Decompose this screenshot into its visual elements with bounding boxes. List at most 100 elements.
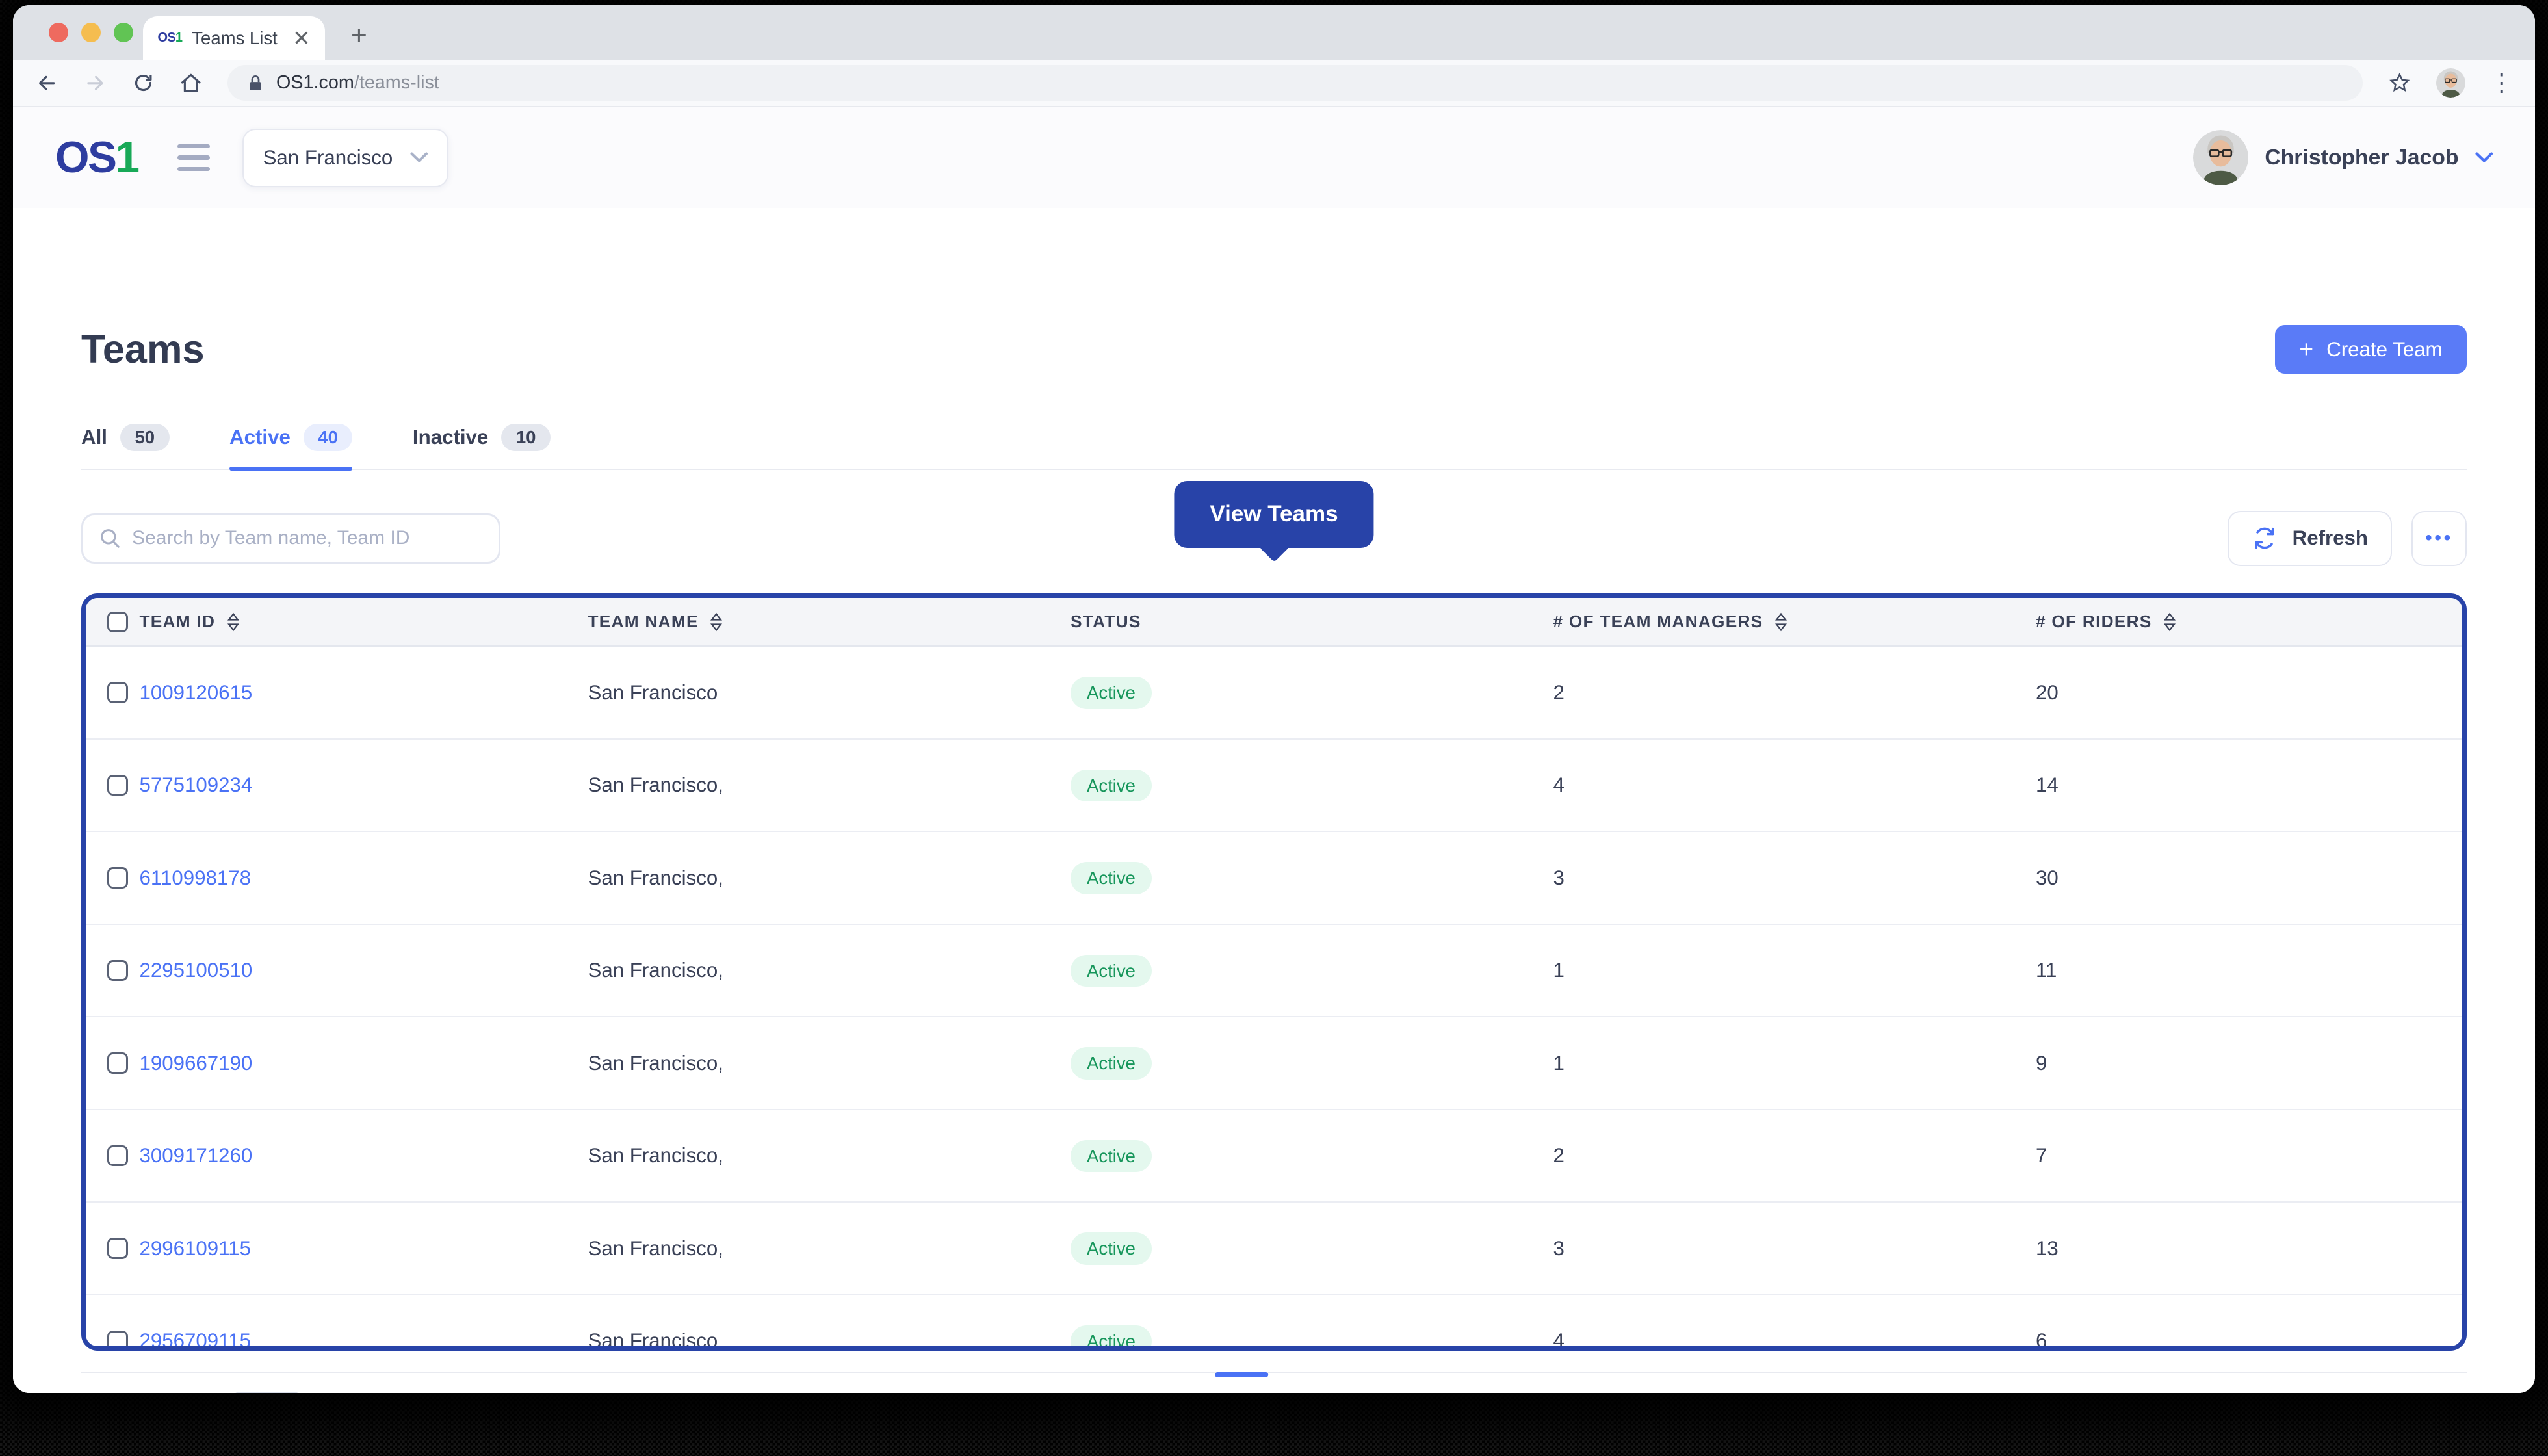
browser-tab-strip: OS1 Teams List ✕ + <box>13 5 2535 60</box>
refresh-button[interactable]: Refresh <box>2228 510 2392 566</box>
teams-table[interactable]: TEAM ID TEAM NAME STATUS # OF TEAM MANAG… <box>81 593 2467 1351</box>
row-checkbox[interactable] <box>107 959 128 982</box>
column-riders[interactable]: # OF RIDERS <box>2036 612 2462 632</box>
city-selector-value: San Francisco <box>263 146 393 169</box>
filter-tab-all[interactable]: All 50 <box>81 423 170 469</box>
managers-cell: 1 <box>1553 1051 1565 1074</box>
team-id-link[interactable]: 1909667190 <box>140 1052 588 1075</box>
team-name-cell: San Francisco <box>588 681 718 704</box>
user-name: Christopher Jacob <box>2265 145 2459 170</box>
column-managers[interactable]: # OF TEAM MANAGERS <box>1554 612 2036 632</box>
filter-tab-count: 10 <box>501 423 551 451</box>
managers-cell: 3 <box>1553 866 1565 889</box>
app-header: OS1 San Francisco Christopher Jacob <box>13 107 2535 208</box>
team-name-cell: San Francisco, <box>588 959 723 982</box>
row-checkbox[interactable] <box>107 1238 128 1259</box>
status-badge: Active <box>1071 1232 1152 1265</box>
column-team-name[interactable]: TEAM NAME <box>588 612 1071 632</box>
team-id-link[interactable]: 1009120615 <box>140 681 588 705</box>
status-badge: Active <box>1071 1139 1152 1173</box>
browser-menu-icon[interactable]: ⋮ <box>2490 70 2514 96</box>
team-name-cell: San Francisco <box>588 1329 718 1351</box>
plus-icon: + <box>2299 335 2314 363</box>
row-checkbox[interactable] <box>107 1052 128 1074</box>
sort-arrows-icon[interactable] <box>1774 612 1788 632</box>
back-icon[interactable] <box>34 71 59 96</box>
minimize-window-icon[interactable] <box>81 23 101 42</box>
browser-tab[interactable]: OS1 Teams List ✕ <box>143 16 325 60</box>
team-id-link[interactable]: 6110998178 <box>140 866 588 890</box>
row-checkbox[interactable] <box>107 867 128 889</box>
row-checkbox[interactable] <box>107 1145 128 1167</box>
filter-tab-active[interactable]: Active 40 <box>229 423 353 471</box>
status-badge: Active <box>1071 769 1152 802</box>
team-name-cell: San Francisco, <box>588 1144 723 1167</box>
row-checkbox[interactable] <box>107 682 128 703</box>
zoom-window-icon[interactable] <box>114 23 133 42</box>
table-row: 1009120615 San Francisco Active 2 20 <box>86 647 2462 740</box>
os1-logo: OS1 <box>55 133 140 182</box>
home-icon[interactable] <box>179 71 203 96</box>
status-badge: Active <box>1071 954 1152 987</box>
browser-window: OS1 Teams List ✕ + OS1.com/teams-list ⋮ … <box>13 5 2535 1393</box>
chevron-down-icon <box>2475 152 2493 162</box>
filter-tab-label: Active <box>229 425 291 448</box>
browser-profile-avatar[interactable] <box>2436 68 2465 98</box>
table-row: 5775109234 San Francisco, Active 4 14 <box>86 740 2462 833</box>
city-selector[interactable]: San Francisco <box>242 128 449 187</box>
table-row: 2295100510 San Francisco, Active 1 11 <box>86 925 2462 1018</box>
bookmark-star-icon[interactable] <box>2387 71 2412 96</box>
team-name-cell: San Francisco, <box>588 1051 723 1074</box>
managers-cell: 2 <box>1553 681 1565 704</box>
more-options-button[interactable]: ••• <box>2412 510 2467 566</box>
table-row: 1909667190 San Francisco, Active 1 9 <box>86 1017 2462 1110</box>
user-menu[interactable]: Christopher Jacob <box>2193 130 2493 185</box>
chevron-down-icon <box>410 152 428 162</box>
address-bar[interactable]: OS1.com/teams-list <box>228 65 2363 101</box>
table-row: 2996109115 San Francisco, Active 3 13 <box>86 1202 2462 1295</box>
team-name-cell: San Francisco, <box>588 774 723 797</box>
team-id-link[interactable]: 5775109234 <box>140 774 588 797</box>
forward-icon[interactable] <box>83 71 108 96</box>
browser-toolbar: OS1.com/teams-list ⋮ <box>13 60 2535 107</box>
page-title: Teams <box>81 327 205 371</box>
new-tab-icon[interactable]: + <box>351 21 367 52</box>
managers-cell: 1 <box>1553 959 1565 982</box>
search-input[interactable] <box>132 527 482 550</box>
window-controls <box>49 23 133 42</box>
lock-icon <box>246 73 265 93</box>
team-name-cell: San Francisco, <box>588 1236 723 1260</box>
status-badge: Active <box>1071 677 1152 709</box>
sort-arrows-icon[interactable] <box>2163 612 2176 632</box>
riders-cell: 6 <box>2036 1329 2048 1351</box>
column-team-id[interactable]: TEAM ID <box>140 612 588 632</box>
sort-arrows-icon[interactable] <box>227 612 240 632</box>
items-per-page-select[interactable]: 10 <box>229 1391 304 1393</box>
view-teams-tooltip: View Teams <box>1174 481 1374 548</box>
team-id-link[interactable]: 2996109115 <box>140 1237 588 1260</box>
table-row: 6110998178 San Francisco, Active 3 30 <box>86 832 2462 925</box>
main-content: Teams + Create Team All 50 Active 40 Inactiv… <box>13 208 2535 1393</box>
hamburger-menu-icon[interactable] <box>177 144 210 172</box>
reload-icon[interactable] <box>132 72 155 94</box>
search-box[interactable] <box>81 513 500 564</box>
row-checkbox[interactable] <box>107 774 128 796</box>
row-checkbox[interactable] <box>107 1330 128 1347</box>
select-all-checkbox[interactable] <box>107 611 128 633</box>
close-window-icon[interactable] <box>49 23 68 42</box>
riders-cell: 30 <box>2036 866 2059 889</box>
create-team-button[interactable]: + Create Team <box>2274 325 2467 374</box>
riders-cell: 14 <box>2036 774 2059 797</box>
tab-close-icon[interactable]: ✕ <box>292 27 310 49</box>
team-id-link[interactable]: 2956709115 <box>140 1329 588 1346</box>
filter-tab-label: Inactive <box>412 425 489 448</box>
sort-arrows-icon[interactable] <box>710 612 723 632</box>
team-id-link[interactable]: 2295100510 <box>140 959 588 982</box>
riders-cell: 11 <box>2036 959 2057 982</box>
managers-cell: 2 <box>1553 1144 1565 1167</box>
filter-tab-count: 50 <box>120 423 170 451</box>
riders-cell: 7 <box>2036 1144 2048 1167</box>
filter-tab-inactive[interactable]: Inactive 10 <box>412 423 551 469</box>
team-id-link[interactable]: 3009171260 <box>140 1144 588 1167</box>
pagination-pages: 1234 <box>1171 1373 1377 1393</box>
